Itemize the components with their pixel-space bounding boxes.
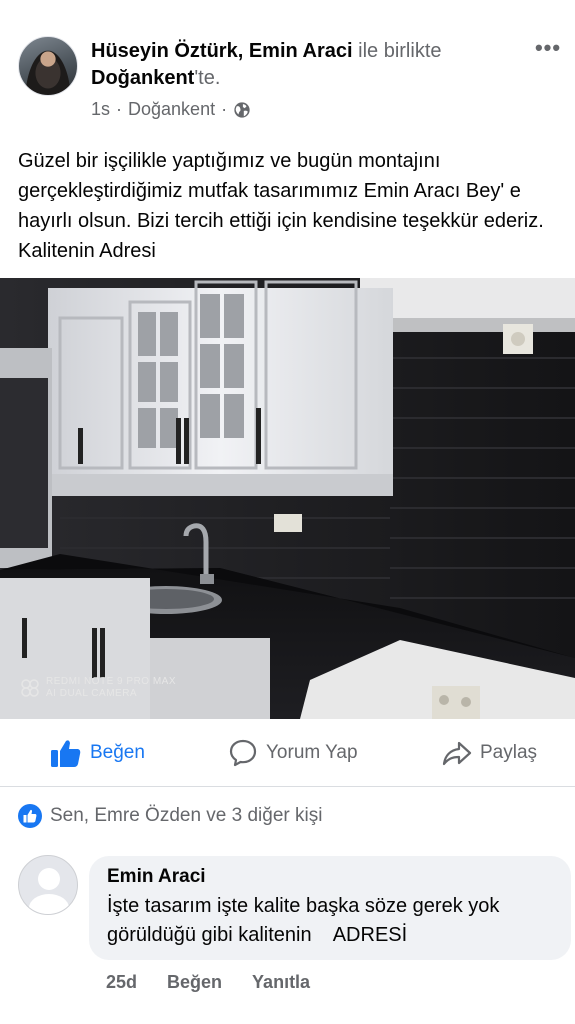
meta-dot: · — [116, 99, 123, 119]
author-separator: , — [237, 40, 249, 62]
location-suffix: 'te. — [194, 67, 221, 89]
like-reaction-icon — [18, 804, 42, 828]
camera-watermark: REDMI NOTE 9 PRO MAX AI DUAL CAMERA — [20, 676, 176, 700]
commenter-avatar[interactable] — [18, 855, 78, 915]
watermark-line-2: AI DUAL CAMERA — [46, 688, 138, 699]
comment-bubble: Emin Araci İşte tasarım işte kalite başk… — [89, 856, 571, 960]
tagged-name[interactable]: Emin Araci — [249, 40, 353, 62]
comment-author[interactable]: Emin Araci — [107, 866, 553, 888]
comment-icon — [229, 739, 257, 767]
comment-label: Yorum Yap — [266, 742, 358, 763]
camera-lens-icon — [21, 679, 39, 697]
globe-icon — [234, 101, 250, 118]
comment-meta: 25d Beğen Yanıtla — [106, 972, 310, 993]
post-text: Güzel bir işçilikle yaptığımız ve bugün … — [18, 150, 544, 262]
thumbs-up-icon — [51, 740, 81, 767]
author-avatar[interactable] — [18, 36, 78, 96]
comment-button[interactable]: Yorum Yap — [228, 738, 358, 768]
comment-time[interactable]: 25d — [106, 972, 137, 993]
author-name[interactable]: Hüseyin Öztürk — [91, 40, 238, 62]
post-place: Doğankent — [128, 99, 216, 119]
post-meta: 1s · Doğankent · — [91, 99, 251, 120]
post-photo[interactable] — [0, 278, 575, 719]
watermark-line-1: REDMI NOTE 9 PRO MAX — [46, 676, 177, 687]
divider — [0, 786, 575, 787]
share-label: Paylaş — [480, 742, 538, 763]
post-header: Hüseyin Öztürk, Emin Araci ile birlikte … — [0, 0, 575, 140]
share-button[interactable]: Paylaş — [442, 738, 537, 768]
share-arrow-icon — [442, 741, 472, 766]
action-bar: Beğen Yorum Yap Paylaş — [0, 730, 575, 776]
default-avatar-icon — [29, 868, 69, 914]
kitchen-photo — [0, 278, 575, 719]
like-button[interactable]: Beğen — [50, 738, 145, 768]
comment-text: İşte tasarım işte kalite başka söze gere… — [107, 895, 505, 946]
like-label: Beğen — [90, 742, 145, 763]
more-options-icon[interactable]: ••• — [530, 35, 566, 60]
author-line: Hüseyin Öztürk, Emin Araci ile birlikte … — [91, 38, 521, 92]
reactions-summary[interactable]: Sen, Emre Özden ve 3 diğer kişi — [18, 804, 322, 828]
reactions-text: Sen, Emre Özden ve 3 diğer kişi — [50, 805, 323, 826]
comment-reply-button[interactable]: Yanıtla — [252, 972, 310, 993]
comment-like-button[interactable]: Beğen — [167, 972, 222, 993]
with-text: ile birlikte — [352, 40, 442, 62]
meta-dot-2: · — [221, 99, 228, 119]
post-time[interactable]: 1s — [91, 99, 110, 120]
location-link[interactable]: Doğankent — [91, 67, 194, 89]
